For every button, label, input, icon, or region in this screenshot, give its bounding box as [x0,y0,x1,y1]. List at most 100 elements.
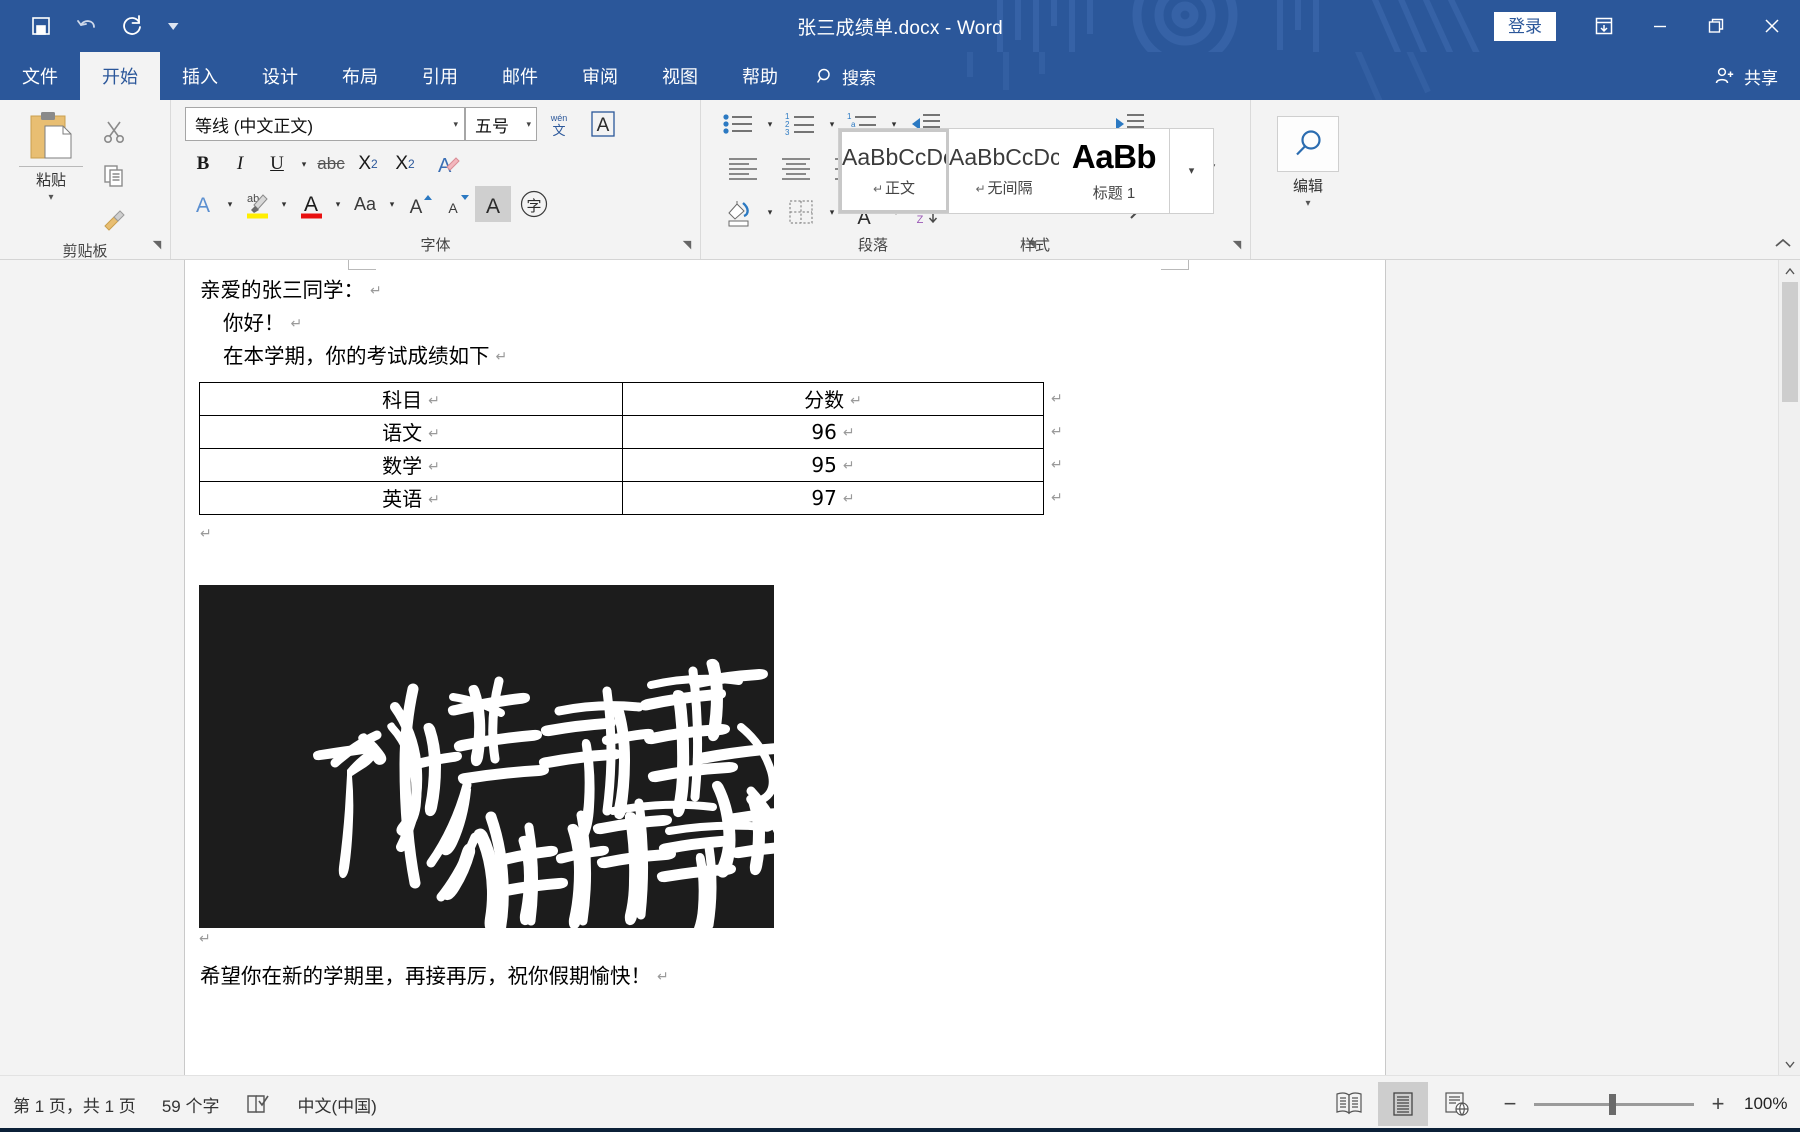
style-item-normal[interactable]: AaBbCcDc ↵ 正文 [839,128,949,213]
table-cell-score-header[interactable]: 分数 ↵ [622,381,1044,416]
phonetic-guide-button[interactable]: wén 文 [538,106,580,142]
font-name-caret-icon[interactable]: ▾ [449,119,458,130]
styles-dialog-launcher[interactable]: ◥ [1230,238,1244,252]
bullet-list-button[interactable] [717,106,761,142]
table-cell-subject[interactable]: 数学 ↵ [199,447,623,482]
view-print-layout[interactable] [1378,1082,1428,1126]
tab-insert[interactable]: 插入 [160,52,240,100]
enclose-character-button[interactable]: 字 [512,186,556,222]
document-page[interactable]: 亲爱的张三同学： ↵ 你好！ ↵ 在本学期，你的考试成绩如下 ↵ 科目 ↵ 分数 ↵ [185,260,1385,1075]
tab-home[interactable]: 开始 [80,52,160,100]
tab-view[interactable]: 视图 [640,52,720,100]
table-cell-score[interactable]: 97 ↵ [622,480,1044,515]
document-content[interactable]: 亲爱的张三同学： ↵ 你好！ ↵ 在本学期，你的考试成绩如下 ↵ 科目 ↵ 分数 ↵ [185,260,1385,993]
page-indicator[interactable]: 第 1 页，共 1 页 [0,1076,149,1132]
align-left-button[interactable] [717,148,769,188]
tab-references[interactable]: 引用 [400,52,480,100]
share-button[interactable]: 共享 [1692,52,1800,100]
search-box[interactable]: 搜索 [800,52,892,100]
cut-button[interactable] [94,112,134,152]
zoom-slider-thumb[interactable] [1609,1093,1616,1115]
tab-design[interactable]: 设计 [240,52,320,100]
tab-help[interactable]: 帮助 [720,52,800,100]
editing-caret-icon[interactable]: ▾ [1305,199,1310,209]
calligraphy-image[interactable] [199,584,774,928]
restore-icon[interactable] [1688,0,1744,52]
shading-caret-icon[interactable]: ▾ [762,194,778,230]
subscript-button[interactable]: X2 [350,146,386,182]
shrink-font-button[interactable]: A [438,186,474,222]
language-indicator[interactable]: 中文(中国) [284,1076,389,1132]
table-cell-score[interactable]: 96 ↵ [622,414,1044,449]
zoom-in-button[interactable]: + [1708,1091,1728,1117]
character-shading-button[interactable]: A [475,186,511,222]
style-item-no-spacing[interactable]: AaBbCcDc ↵ 无间隔 [949,128,1059,213]
font-size-input[interactable]: 五号 ▾ [465,107,537,141]
font-dialog-launcher[interactable]: ◥ [680,238,694,252]
strikethrough-button[interactable]: abc [313,146,349,182]
clear-formatting-button[interactable]: A [424,146,466,182]
italic-button[interactable]: I [222,146,258,182]
table-cell-subject-header[interactable]: 科目 ↵ [199,381,623,416]
font-name-input[interactable]: 等线 (中文正文) ▾ [185,107,465,141]
table-row[interactable]: 数学 ↵ 95 ↵ [199,447,1044,482]
highlight-color-button[interactable]: ab [239,186,275,222]
font-color-caret-icon[interactable]: ▾ [330,186,346,222]
style-item-heading1[interactable]: AaBb 标题 1 [1059,128,1169,213]
minimize-icon[interactable] [1632,0,1688,52]
superscript-button[interactable]: X2 [387,146,423,182]
table-row-header[interactable]: 科目 ↵ 分数 ↵ [199,381,1044,416]
view-web-layout[interactable] [1432,1082,1482,1126]
zoom-slider[interactable] [1534,1093,1694,1115]
table-cell-subject[interactable]: 语文 ↵ [199,414,623,449]
align-center-button[interactable] [770,148,822,188]
grades-table[interactable]: 科目 ↵ 分数 ↵ 语文 ↵ 96 ↵ 数学 ↵ 95 ↵ 英语 ↵ 97 ↵ [199,381,1044,515]
view-read-mode[interactable] [1324,1082,1374,1126]
proofing-status[interactable] [232,1076,284,1132]
scrollbar-thumb[interactable] [1782,282,1798,402]
ribbon-display-options-icon[interactable] [1576,0,1632,52]
tab-layout[interactable]: 布局 [320,52,400,100]
font-color-button[interactable]: A [293,186,329,222]
numbered-list-button[interactable]: 123 [779,106,823,142]
table-row[interactable]: 语文 ↵ 96 ↵ [199,414,1044,449]
vertical-scrollbar[interactable] [1778,260,1800,1075]
format-painter-button[interactable] [94,200,134,240]
close-icon[interactable] [1744,0,1800,52]
redo-icon[interactable] [110,6,156,46]
zoom-out-button[interactable]: − [1500,1091,1520,1117]
table-row[interactable]: 英语 ↵ 97 ↵ [199,480,1044,515]
copy-button[interactable] [94,156,134,196]
tab-review[interactable]: 审阅 [560,52,640,100]
underline-button[interactable]: U [259,146,295,182]
borders-button[interactable] [779,194,823,230]
scroll-up-button[interactable] [1779,260,1800,282]
paste-button[interactable]: 粘贴 ▾ [8,106,94,203]
collapse-ribbon-button[interactable] [1774,237,1792,255]
character-border-button[interactable]: A [581,106,625,142]
editing-button[interactable]: 编辑 ▾ [1262,110,1354,209]
text-effects-caret-icon[interactable]: ▾ [222,186,238,222]
tab-file[interactable]: 文件 [0,52,80,100]
bullet-list-caret-icon[interactable]: ▾ [762,106,778,142]
grow-font-button[interactable]: A [401,186,437,222]
change-case-button[interactable]: Aa [347,186,383,222]
tab-mailings[interactable]: 邮件 [480,52,560,100]
styles-more-button[interactable]: ▾ [1169,128,1213,213]
table-cell-score[interactable]: 95 ↵ [622,447,1044,482]
shading-button[interactable] [717,194,761,230]
undo-icon[interactable] [64,6,110,46]
word-count[interactable]: 59 个字 [149,1076,233,1132]
highlight-caret-icon[interactable]: ▾ [276,186,292,222]
customize-quick-access-icon[interactable] [156,6,190,46]
sign-in-button[interactable]: 登录 [1494,11,1556,41]
clipboard-dialog-launcher[interactable]: ◥ [150,238,164,252]
table-cell-subject[interactable]: 英语 ↵ [199,480,623,515]
scroll-down-button[interactable] [1779,1053,1800,1075]
save-icon[interactable] [18,6,64,46]
underline-caret-icon[interactable]: ▾ [296,146,312,182]
bold-button[interactable]: B [185,146,221,182]
text-effects-button[interactable]: A [185,186,221,222]
change-case-caret-icon[interactable]: ▾ [384,186,400,222]
zoom-level[interactable]: 100% [1744,1094,1800,1114]
